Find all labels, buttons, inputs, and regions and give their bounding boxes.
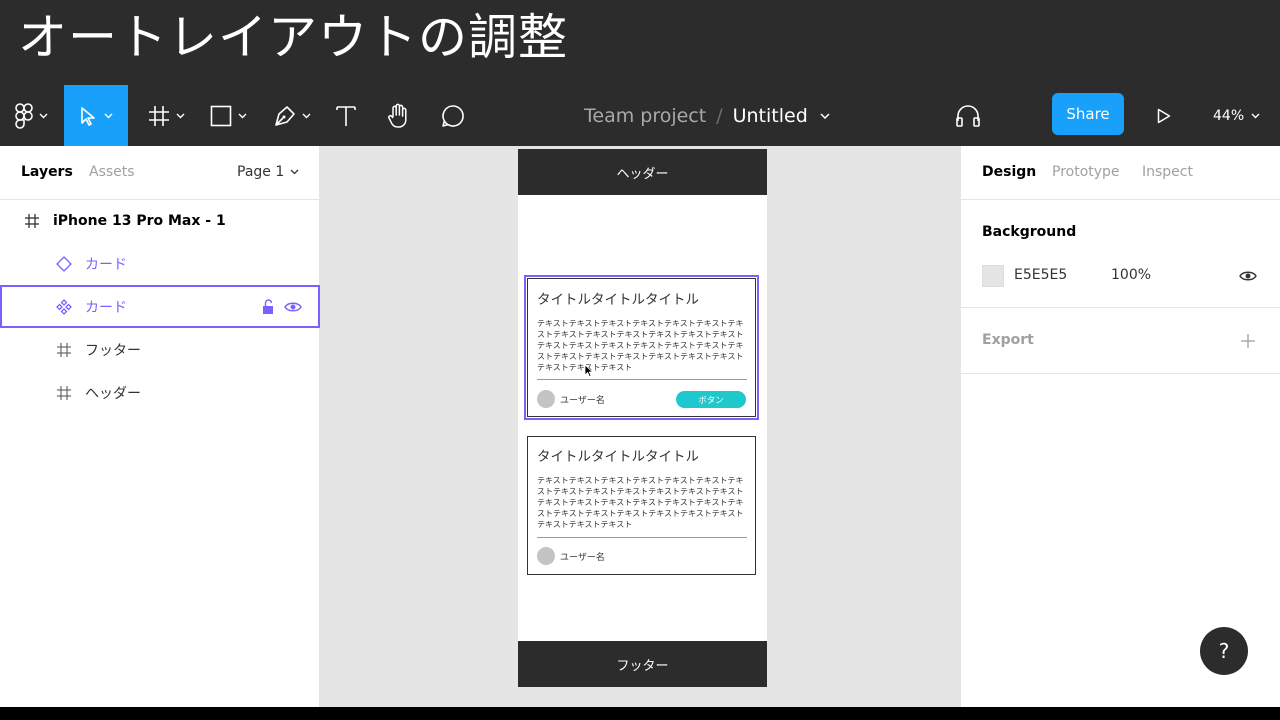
frame-footer[interactable]: フッター [518,641,767,687]
component-icon [54,297,74,317]
video-title-banner: オートレイアウトの調整 [0,0,1280,85]
card-title: タイトルタイトルタイトル [537,292,699,308]
banner-title: オートレイアウトの調整 [18,9,569,66]
frame-tool-button[interactable] [140,85,192,146]
frame-header[interactable]: ヘッダー [518,149,767,195]
comment-tool-button[interactable] [436,85,470,146]
card-username: ユーザー名 [560,396,605,406]
layer-name: カード [85,299,127,316]
right-panel-tabs: Design Prototype Inspect [961,146,1280,200]
layer-item-card-component[interactable]: カード [0,285,320,328]
card-body-text: テキストテキストテキストテキストテキストテキストテキストテキストテキストテキスト… [537,476,744,529]
background-opacity-value[interactable]: 100% [1111,267,1151,283]
move-tool-button[interactable] [64,85,128,146]
chevron-down-icon [176,113,184,118]
chevron-down-icon[interactable] [820,112,830,119]
add-export-icon[interactable] [1240,333,1256,353]
chevron-down-icon [238,113,246,118]
frame-tool-icon [148,105,170,127]
layers-panel: Layers Assets Page 1 iPhone 13 Pro Max -… [0,146,320,707]
play-icon [1157,108,1171,124]
help-button[interactable]: ? [1200,627,1248,675]
left-panel-tabs: Layers Assets Page 1 [0,146,320,200]
chevron-down-icon [290,169,299,175]
card-username: ユーザー名 [560,553,605,563]
section-divider [961,307,1280,308]
zoom-dropdown[interactable]: 44% [1213,85,1260,146]
breadcrumb-file-name[interactable]: Untitled [733,105,808,127]
tab-design[interactable]: Design [982,164,1036,180]
frame-icon [22,211,42,231]
pen-tool-icon [274,105,296,127]
layer-name: iPhone 13 Pro Max - 1 [53,212,226,229]
figma-menu-icon [14,102,33,129]
breadcrumb-team[interactable]: Team project [584,105,706,127]
frame-icon [54,340,74,360]
card-component-selected[interactable]: タイトルタイトルタイトル テキストテキストテキストテキストテキストテキストテキス… [524,275,759,420]
eye-icon[interactable] [283,297,303,317]
shape-tool-button[interactable] [202,85,254,146]
card-button[interactable]: ボタン [676,391,746,408]
unlock-icon[interactable] [258,297,278,317]
card-divider [537,379,747,380]
page-label: Page 1 [237,164,285,180]
export-section-title[interactable]: Export [982,332,1034,348]
design-canvas[interactable]: ヘッダー タイトルタイトルタイトル テキストテキストテキストテキストテキストテキ… [320,146,960,707]
background-color-swatch[interactable] [982,265,1004,287]
card-instance[interactable]: タイトルタイトルタイトル テキストテキストテキストテキストテキストテキストテキス… [527,436,756,575]
tab-prototype[interactable]: Prototype [1052,164,1120,180]
figma-toolbar: Team project / Untitled Share 44% [0,85,1280,146]
move-tool-icon [80,106,98,126]
rectangle-tool-icon [210,105,232,127]
iphone-frame[interactable]: ヘッダー タイトルタイトルタイトル テキストテキストテキストテキストテキストテキ… [518,149,767,687]
mouse-cursor-icon [584,364,594,378]
comment-tool-icon [441,104,465,128]
headphones-icon [955,104,981,128]
breadcrumb-separator: / [716,104,723,127]
tab-layers[interactable]: Layers [21,164,73,180]
text-tool-button[interactable] [330,85,362,146]
card-divider [537,537,747,538]
instance-icon [54,254,74,274]
background-section-title: Background [982,224,1077,240]
page-selector[interactable]: Page 1 [237,164,299,180]
layer-name: カード [85,256,127,273]
tab-inspect[interactable]: Inspect [1142,164,1193,180]
card-body-text: テキストテキストテキストテキストテキストテキストテキストテキストテキストテキスト… [537,319,744,372]
present-button[interactable] [1150,85,1178,146]
file-breadcrumb: Team project / Untitled [584,85,830,146]
avatar [537,390,555,408]
chevron-down-icon [104,113,112,118]
tab-assets[interactable]: Assets [89,164,135,180]
layer-item-frame[interactable]: iPhone 13 Pro Max - 1 [0,199,320,242]
audio-button[interactable] [950,85,986,146]
avatar [537,547,555,565]
layer-name: ヘッダー [85,385,141,402]
layer-item-card-instance[interactable]: カード [0,242,320,285]
layer-name: フッター [85,342,141,359]
layer-item-header[interactable]: ヘッダー [0,371,320,414]
pen-tool-button[interactable] [266,85,318,146]
frame-icon [54,383,74,403]
main-menu-button[interactable] [6,85,56,146]
hand-tool-button[interactable] [382,85,416,146]
card-title: タイトルタイトルタイトル [537,449,699,465]
chevron-down-icon [39,113,47,118]
properties-panel: Design Prototype Inspect Background E5E5… [960,146,1280,707]
share-button[interactable]: Share [1052,93,1124,135]
section-divider [961,373,1280,374]
chevron-down-icon [1251,113,1260,118]
text-tool-icon [336,105,356,127]
chevron-down-icon [302,113,310,118]
layer-item-footer[interactable]: フッター [0,328,320,371]
eye-icon[interactable] [1239,267,1257,286]
hand-tool-icon [387,103,411,129]
background-hex-value[interactable]: E5E5E5 [1014,267,1067,283]
zoom-level: 44% [1213,107,1245,124]
